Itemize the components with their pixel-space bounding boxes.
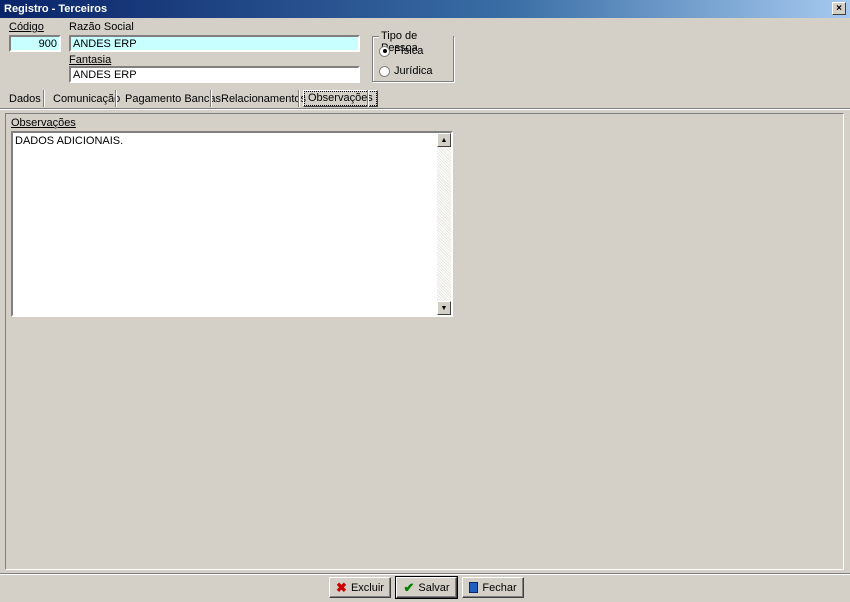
salvar-label: Salvar <box>418 581 450 594</box>
radio-button-checked[interactable] <box>379 45 390 57</box>
arrow-up-icon: ▲ <box>440 136 448 144</box>
fechar-label: Fechar <box>482 581 517 594</box>
tab-separator <box>115 90 117 107</box>
tab-bar: Dados Comunicação Pagamento Bancas Relac… <box>0 88 850 108</box>
radio-juridica-label: Jurídica <box>394 65 433 77</box>
observacoes-label: Observações <box>11 117 76 129</box>
x-icon: ✖ <box>336 580 347 595</box>
tab-separator <box>367 90 369 107</box>
fantasia-label: Fantasia <box>69 54 112 66</box>
observacoes-memo[interactable]: DADOS ADICIONAIS. ▲ ▼ <box>11 131 453 317</box>
vertical-scrollbar[interactable]: ▲ ▼ <box>437 133 451 315</box>
window-title: Registro - Terceiros <box>4 3 108 15</box>
fantasia-field[interactable]: ANDES ERP <box>69 66 360 83</box>
tab-divider <box>0 108 850 110</box>
salvar-button[interactable]: ✔ Salvar <box>395 576 458 599</box>
door-icon <box>469 582 479 593</box>
close-button[interactable]: × <box>832 2 846 15</box>
radio-fisica[interactable]: Física <box>379 45 423 57</box>
scroll-down-button[interactable]: ▼ <box>437 301 451 315</box>
scroll-up-button[interactable]: ▲ <box>437 133 451 147</box>
razao-social-label: Razão Social <box>69 21 134 33</box>
tab-dados[interactable]: Dados <box>5 91 45 107</box>
radio-button-unchecked[interactable] <box>379 65 390 77</box>
tab-separator <box>298 90 300 107</box>
codigo-label: Código <box>9 21 44 33</box>
tab-separator <box>210 90 212 107</box>
arrow-down-icon: ▼ <box>440 304 448 312</box>
codigo-field[interactable]: 900 <box>9 35 61 52</box>
fechar-button[interactable]: Fechar <box>462 577 524 598</box>
tab-separator <box>43 90 45 107</box>
excluir-label: Excluir <box>350 581 384 594</box>
tab-relacionamentos[interactable]: Relacionamentos <box>217 91 310 107</box>
tipo-pessoa-group: Tipo de Pessoa Física Jurídica <box>372 30 454 82</box>
check-icon: ✔ <box>403 580 415 595</box>
radio-juridica[interactable]: Jurídica <box>379 65 433 77</box>
bottom-divider <box>0 573 850 575</box>
razao-social-field[interactable]: ANDES ERP <box>69 35 360 52</box>
excluir-button[interactable]: ✖ Excluir <box>329 577 391 598</box>
radio-fisica-label: Física <box>394 45 424 57</box>
tab-comunicacao[interactable]: Comunicação <box>49 91 124 107</box>
observacoes-text[interactable]: DADOS ADICIONAIS. <box>15 135 123 147</box>
title-bar: Registro - Terceiros × <box>0 0 850 18</box>
close-icon: × <box>836 2 842 14</box>
